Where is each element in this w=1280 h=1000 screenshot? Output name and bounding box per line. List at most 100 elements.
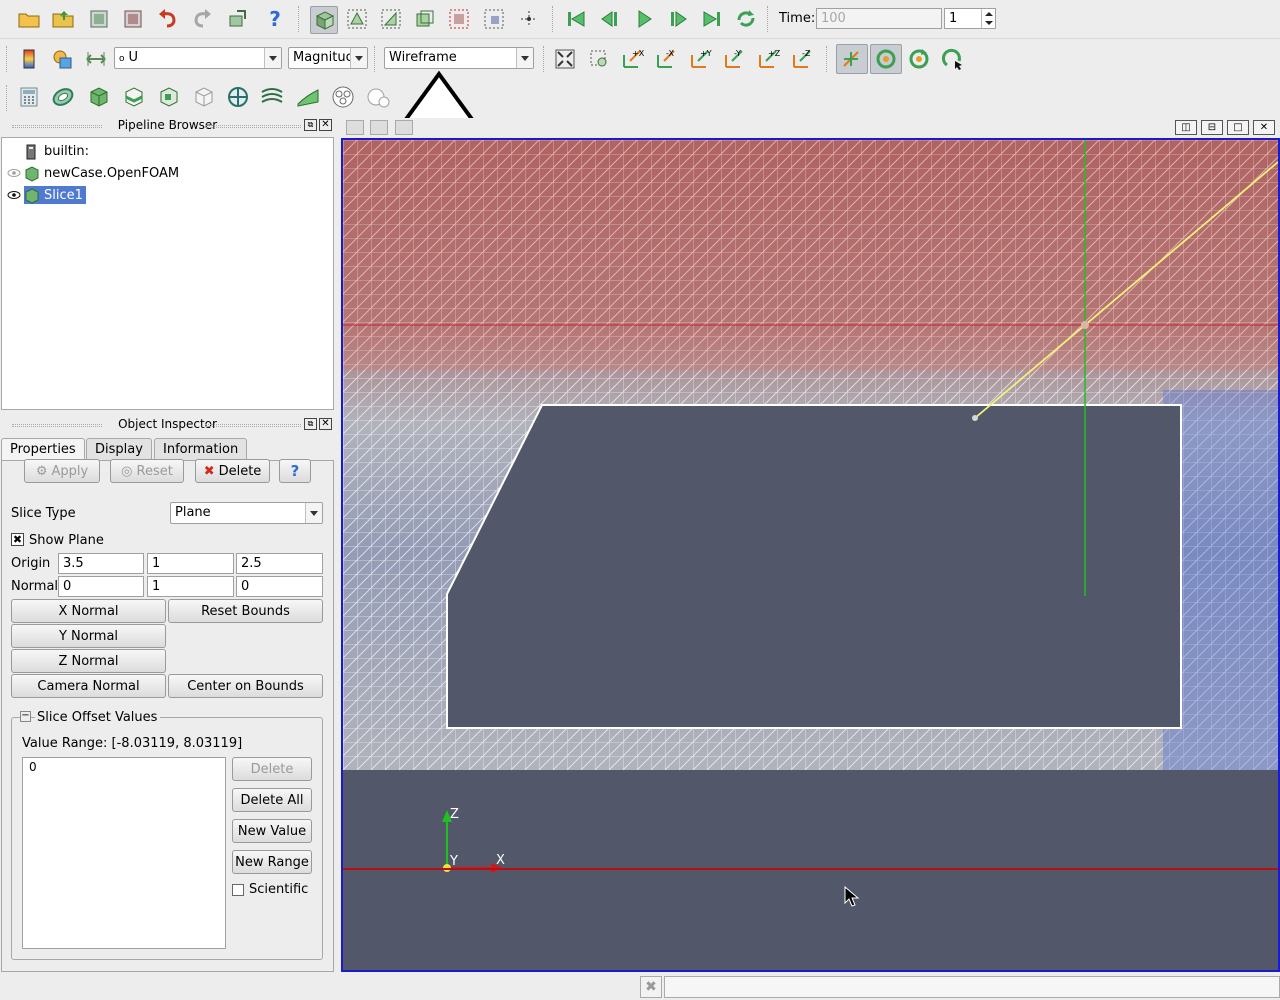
y-normal-button[interactable]: Y Normal (11, 624, 166, 648)
spin-down-icon[interactable] (981, 18, 995, 28)
pick-center-icon[interactable] (516, 6, 542, 32)
reset-button[interactable]: ◎ Reset (110, 459, 184, 483)
eye-icon[interactable] (4, 166, 24, 180)
pipeline-item-newcase[interactable]: newCase.OpenFOAM (4, 163, 179, 183)
reset-camera-icon[interactable] (552, 46, 578, 72)
slice-type-select[interactable]: Plane (170, 502, 323, 524)
scientific-checkbox[interactable] (232, 884, 244, 896)
view-icon-1[interactable] (346, 120, 364, 135)
normal-x-field[interactable]: 0 (58, 576, 144, 597)
clip-icon[interactable] (85, 84, 111, 110)
z-normal-button[interactable]: Z Normal (11, 649, 166, 673)
camera-undo-icon[interactable] (225, 6, 251, 32)
list-item[interactable]: 0 (23, 758, 225, 776)
offset-delete-all-button[interactable]: Delete All (232, 788, 312, 812)
edit-color-map-icon[interactable] (49, 46, 75, 72)
play-icon[interactable] (631, 6, 657, 32)
select-blocks-icon[interactable] (446, 6, 472, 32)
reset-bounds-button[interactable]: Reset Bounds (168, 599, 323, 623)
server-disconnect-icon[interactable] (120, 6, 146, 32)
view-icon-2[interactable] (370, 120, 388, 135)
show-plane-checkbox[interactable]: ✖ (11, 533, 24, 546)
maximize-view-icon[interactable]: □ (1227, 120, 1249, 135)
view-minus-z-icon[interactable]: -Z (790, 46, 816, 72)
tab-information[interactable]: Information (154, 438, 248, 460)
redo-icon[interactable] (189, 6, 215, 32)
collapse-icon[interactable]: − (20, 711, 31, 722)
pick-center-of-rotation-icon[interactable] (940, 46, 966, 72)
x-normal-button[interactable]: X Normal (11, 599, 166, 623)
view-minus-y-icon[interactable]: -Y (722, 46, 748, 72)
loop-icon[interactable] (733, 6, 759, 32)
close-panel-icon[interactable]: ✕ (319, 418, 332, 430)
split-vertical-icon[interactable]: ⊟ (1201, 120, 1223, 135)
help-icon[interactable]: ? (262, 6, 288, 32)
origin-x-field[interactable]: 3.5 (58, 553, 144, 574)
pipeline-browser[interactable]: builtin: newCase.OpenFOAM Slice1 (1, 137, 334, 410)
close-view-icon[interactable]: ✕ (1253, 120, 1275, 135)
last-frame-icon[interactable] (699, 6, 725, 32)
threshold-icon[interactable] (155, 84, 181, 110)
extract-level-icon[interactable] (365, 84, 391, 110)
view-plus-x-icon[interactable]: +X (620, 46, 646, 72)
view-plus-z-icon[interactable]: +Z (756, 46, 782, 72)
representation-select[interactable]: Wireframe (384, 47, 534, 69)
next-frame-icon[interactable] (665, 6, 691, 32)
tab-display[interactable]: Display (86, 438, 152, 460)
glyph-icon[interactable] (225, 84, 251, 110)
select-frustum-icon[interactable] (412, 6, 438, 32)
origin-z-field[interactable]: 2.5 (236, 553, 323, 574)
new-value-button[interactable]: New Value (232, 819, 312, 843)
offset-delete-button[interactable]: Delete (232, 757, 312, 781)
view-plus-y-icon[interactable]: +Y (688, 46, 714, 72)
rescale-range-icon[interactable] (83, 46, 109, 72)
component-select[interactable]: Magnituc (288, 47, 368, 69)
tab-properties[interactable]: Properties (1, 438, 85, 461)
zoom-to-data-icon[interactable] (586, 46, 612, 72)
open-icon[interactable] (16, 6, 42, 32)
normal-z-field[interactable]: 0 (236, 576, 323, 597)
split-horizontal-icon[interactable]: ◫ (1175, 120, 1197, 135)
group-datasets-icon[interactable] (330, 84, 356, 110)
pipeline-item-slice1[interactable]: Slice1 (4, 185, 86, 205)
undo-icon[interactable] (155, 6, 181, 32)
select-cells-icon[interactable] (378, 6, 404, 32)
delete-button[interactable]: ✖ Delete (195, 459, 270, 483)
float-panel-icon[interactable]: ⧉ (304, 418, 317, 430)
stream-tracer-icon[interactable] (259, 84, 285, 110)
view-icon-3[interactable] (395, 120, 413, 135)
color-array-select[interactable]: oU (114, 47, 282, 69)
server-connect-icon[interactable] (86, 6, 112, 32)
color-legend-icon[interactable] (16, 46, 42, 72)
spin-up-icon[interactable] (981, 9, 995, 18)
contour-icon[interactable] (50, 84, 76, 110)
close-panel-icon[interactable]: ✕ (319, 119, 332, 131)
warp-icon[interactable] (295, 84, 321, 110)
offset-values-list[interactable]: 0 (22, 757, 226, 949)
prev-frame-icon[interactable] (597, 6, 623, 32)
select-icon[interactable] (310, 6, 338, 34)
help-button[interactable]: ? (279, 459, 311, 483)
reset-center-icon[interactable] (906, 46, 932, 72)
select-through-icon[interactable] (481, 6, 507, 32)
show-center-icon[interactable] (836, 44, 868, 74)
first-frame-icon[interactable] (563, 6, 589, 32)
eye-icon[interactable] (4, 188, 24, 202)
time-step-spinbox[interactable]: 1 (944, 8, 996, 29)
new-range-button[interactable]: New Range (232, 850, 312, 874)
render-view[interactable]: Z Y X (341, 138, 1280, 972)
time-value-field[interactable]: 100 (816, 8, 942, 29)
center-on-bounds-button[interactable]: Center on Bounds (168, 674, 323, 698)
apply-button[interactable]: ⚙ Apply (24, 459, 100, 483)
pipeline-item-builtin[interactable]: builtin: (4, 141, 89, 161)
view-minus-x-icon[interactable]: -X (654, 46, 680, 72)
normal-y-field[interactable]: 1 (147, 576, 234, 597)
float-panel-icon[interactable]: ⧉ (304, 119, 317, 131)
origin-y-field[interactable]: 1 (147, 553, 234, 574)
slice-icon[interactable] (120, 84, 146, 110)
stop-icon[interactable]: ✖ (640, 976, 662, 998)
select-points-icon[interactable] (344, 6, 370, 32)
camera-normal-button[interactable]: Camera Normal (11, 674, 166, 698)
save-state-icon[interactable] (50, 6, 76, 32)
calculator-icon[interactable] (16, 84, 42, 110)
